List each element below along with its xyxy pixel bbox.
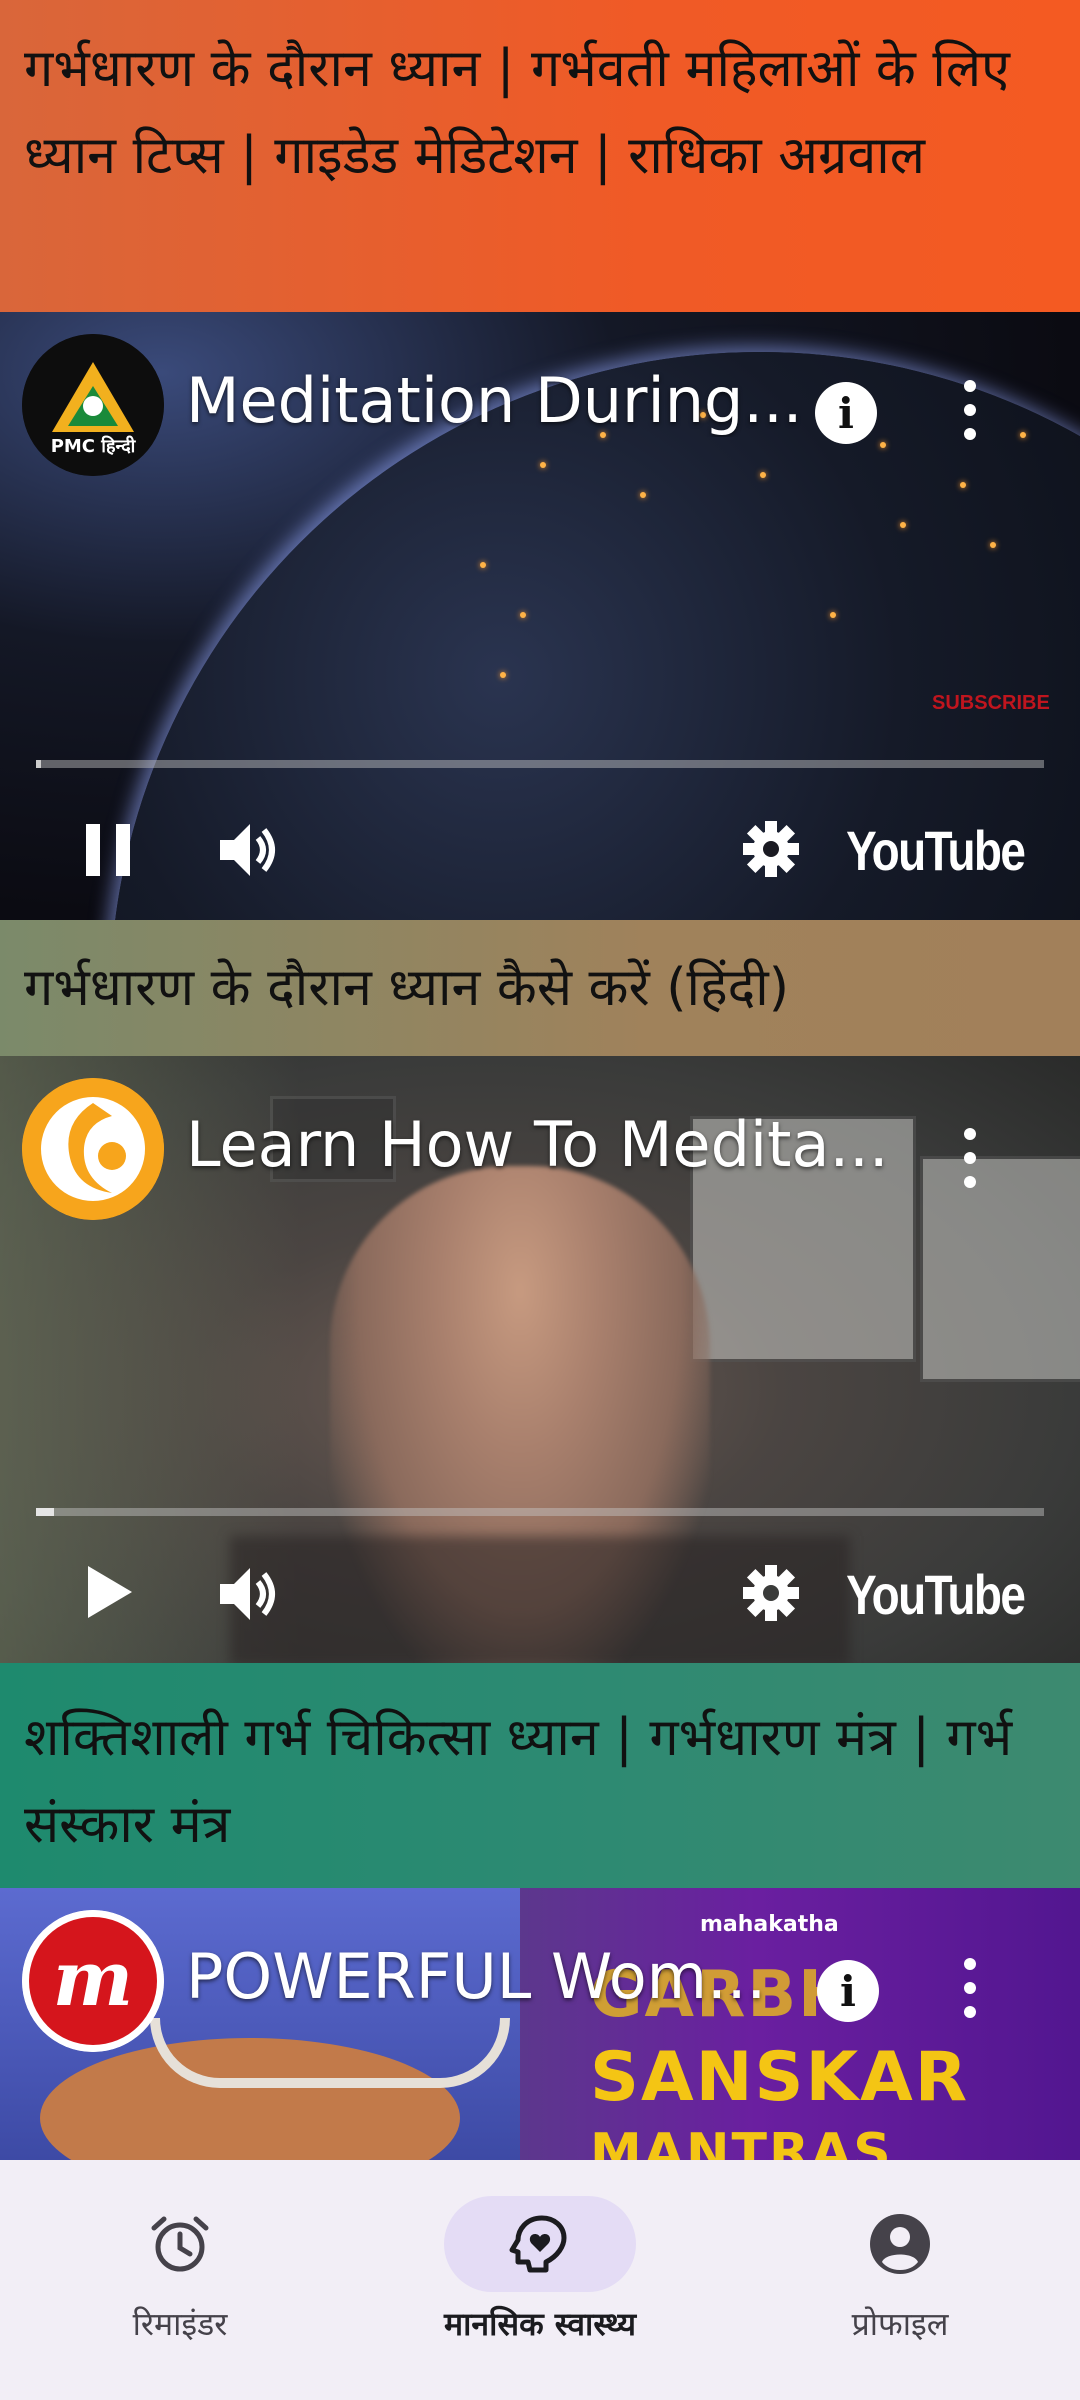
nav-pill (84, 2196, 276, 2292)
info-icon[interactable]: i (815, 382, 877, 444)
channel-logo[interactable] (22, 1078, 164, 1220)
volume-icon[interactable] (216, 818, 282, 886)
info-icon[interactable]: i (817, 1960, 879, 2022)
video-player[interactable]: mahakatha GARBH SANSKAR MANTRAS m POWERF… (0, 1888, 1080, 2160)
thumbnail-text: MANTRAS (590, 2123, 893, 2160)
nav-item-reminder[interactable]: रिमाइंडर (84, 2160, 276, 2400)
volume-icon[interactable] (216, 1562, 282, 1630)
channel-logo[interactable]: PMC हिन्दी (22, 334, 164, 476)
more-options-icon[interactable] (955, 380, 985, 440)
thumbnail-brand: mahakatha (700, 1912, 839, 1937)
svg-text:m: m (53, 1934, 133, 2023)
svg-text:PMC हिन्दी: PMC हिन्दी (51, 435, 137, 457)
bottom-navigation: रिमाइंडर मानसिक स्वास्थ्य प्रोफाइल (0, 2160, 1080, 2400)
account-circle-icon (870, 2214, 930, 2274)
youtube-logo[interactable]: YouTube (846, 1562, 1026, 1627)
subscribe-overlay: SUBSCRIBE (932, 692, 1050, 714)
video-title[interactable]: POWERFUL Wom... (186, 1940, 806, 2013)
settings-gear-icon[interactable] (742, 1564, 800, 1626)
nav-label: प्रोफाइल (851, 2305, 949, 2343)
section-title: गर्भधारण के दौरान ध्यान | गर्भवती महिलाओ… (0, 0, 1080, 312)
nav-pill (804, 2196, 996, 2292)
mental-health-icon (509, 2215, 567, 2273)
video-player[interactable]: Learn How To Medita... YouTube (0, 1056, 1080, 1663)
channel-logo[interactable]: m (22, 1910, 164, 2052)
progress-bar[interactable] (36, 1508, 1044, 1516)
more-options-icon[interactable] (955, 1128, 985, 1188)
alarm-clock-icon (151, 2216, 209, 2272)
nav-label: मानसिक स्वास्थ्य (443, 2305, 637, 2343)
video-title[interactable]: Learn How To Medita... (186, 1108, 906, 1181)
youtube-logo[interactable]: YouTube (846, 818, 1026, 883)
section-title: शक्तिशाली गर्भ चिकित्सा ध्यान | गर्भधारण… (0, 1663, 1080, 1888)
more-options-icon[interactable] (955, 1958, 985, 2018)
nav-pill-active (444, 2196, 636, 2292)
play-icon[interactable] (86, 1562, 136, 1626)
video-player[interactable]: PMC हिन्दी Meditation During... i SUBSCR… (0, 312, 1080, 920)
nav-label: रिमाइंडर (132, 2305, 228, 2343)
nav-item-profile[interactable]: प्रोफाइल (804, 2160, 996, 2400)
progress-bar[interactable] (36, 760, 1044, 768)
nav-item-mental-health[interactable]: मानसिक स्वास्थ्य (444, 2160, 636, 2400)
pause-icon[interactable] (84, 820, 134, 884)
settings-gear-icon[interactable] (742, 820, 800, 882)
thumbnail-text: SANSKAR (590, 2038, 970, 2117)
section-title: गर्भधारण के दौरान ध्यान कैसे करें (हिंदी… (0, 920, 1080, 1056)
video-title[interactable]: Meditation During... (186, 364, 806, 437)
